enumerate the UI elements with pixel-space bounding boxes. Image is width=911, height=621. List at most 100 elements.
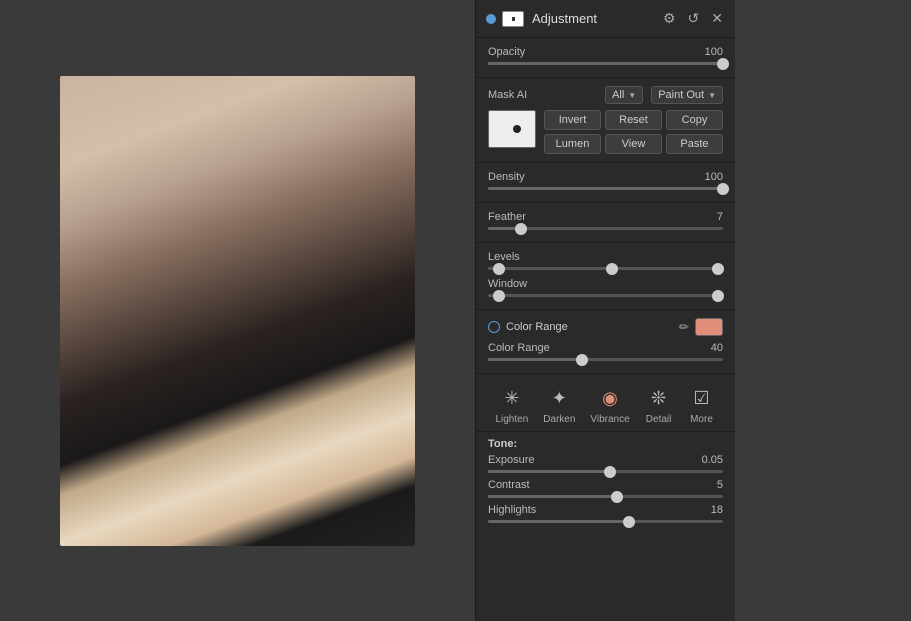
feather-label: Feather [488, 211, 526, 223]
color-range-sublabel: Color Range [488, 342, 550, 354]
more-label: More [690, 414, 713, 425]
highlights-label: Highlights [488, 504, 536, 516]
detail-label: Detail [646, 414, 672, 425]
adjustment-panel: Adjustment ⚙ ↺ ✕ Opacity 100 Mask AI All… [475, 0, 735, 621]
density-fill [488, 187, 723, 190]
mask-ai-row: Mask AI All ▼ Paint Out ▼ [488, 86, 723, 104]
mask-all-dropdown[interactable]: All ▼ [605, 86, 643, 104]
exposure-value: 0.05 [702, 454, 723, 466]
more-icon: ☑ [688, 384, 716, 412]
opacity-value: 100 [705, 46, 723, 58]
contrast-value: 5 [717, 479, 723, 491]
tab-detail[interactable]: ❊ Detail [641, 382, 677, 427]
window-slider-track[interactable] [488, 294, 723, 297]
opacity-section: Opacity 100 [476, 38, 735, 78]
contrast-slider-track[interactable] [488, 495, 723, 498]
color-range-row: Color Range ✏ [488, 318, 723, 336]
density-slider-track[interactable] [488, 187, 723, 190]
highlights-value: 18 [711, 504, 723, 516]
close-button[interactable]: ✕ [709, 8, 725, 29]
settings-button[interactable]: ⚙ [661, 8, 678, 29]
tab-more[interactable]: ☑ More [684, 382, 720, 427]
header-icon-box [502, 11, 524, 27]
color-range-toggle[interactable] [488, 321, 500, 333]
levels-thumb-mid[interactable] [606, 263, 618, 275]
eyedropper-icon[interactable]: ✏ [679, 320, 689, 334]
highlights-thumb[interactable] [623, 516, 635, 528]
opacity-label: Opacity [488, 46, 525, 58]
color-range-thumb[interactable] [576, 354, 588, 366]
opacity-slider-track[interactable] [488, 62, 723, 65]
color-range-section: Color Range ✏ Color Range 40 [476, 310, 735, 374]
highlights-fill [488, 520, 629, 523]
tab-lighten[interactable]: ✳ Lighten [491, 382, 532, 427]
levels-section: Levels Window [476, 243, 735, 310]
mask-btn-row-1: Invert Reset Copy [544, 110, 723, 130]
highlights-slider-track[interactable] [488, 520, 723, 523]
exposure-thumb[interactable] [604, 466, 616, 478]
tabs-row: ✳ Lighten ✦ Darken ◉ Vibrance ❊ Detail ☑… [488, 382, 723, 427]
mask-controls: Invert Reset Copy Lumen View Paste [488, 110, 723, 154]
header-dot [486, 14, 496, 24]
reset-button[interactable]: Reset [605, 110, 662, 130]
bottom-tabs: ✳ Lighten ✦ Darken ◉ Vibrance ❊ Detail ☑… [476, 374, 735, 432]
levels-thumb-right[interactable] [712, 263, 724, 275]
view-button[interactable]: View [605, 134, 662, 154]
density-label: Density [488, 171, 525, 183]
feather-slider-track[interactable] [488, 227, 723, 230]
opacity-slider-fill [488, 62, 723, 65]
panel-header: Adjustment ⚙ ↺ ✕ [476, 0, 735, 38]
undo-button[interactable]: ↺ [686, 8, 702, 29]
color-range-swatch[interactable] [695, 318, 723, 336]
mask-ai-label: Mask AI [488, 89, 527, 101]
exposure-slider-track[interactable] [488, 470, 723, 473]
darken-icon: ✦ [545, 384, 573, 412]
highlights-row: Highlights 18 [488, 504, 723, 516]
feather-section: Feather 7 [476, 203, 735, 243]
all-caret: ▼ [628, 91, 636, 100]
density-thumb[interactable] [717, 183, 729, 195]
window-thumb-right[interactable] [712, 290, 724, 302]
header-actions: ⚙ ↺ ✕ [661, 8, 725, 29]
color-range-value: 40 [711, 342, 723, 354]
paint-out-caret: ▼ [708, 91, 716, 100]
color-range-label: Color Range [506, 321, 673, 333]
mask-thumbnail [488, 110, 536, 148]
mask-btn-row-2: Lumen View Paste [544, 134, 723, 154]
contrast-row: Contrast 5 [488, 479, 723, 491]
detail-icon: ❊ [645, 384, 673, 412]
contrast-fill [488, 495, 617, 498]
paint-out-dropdown[interactable]: Paint Out ▼ [651, 86, 723, 104]
feather-row: Feather 7 [488, 211, 723, 223]
vibrance-label: Vibrance [590, 414, 629, 425]
photo-area [0, 0, 475, 621]
feather-thumb[interactable] [515, 223, 527, 235]
window-row: Window [488, 278, 723, 290]
levels-row: Levels [488, 251, 723, 263]
tab-vibrance[interactable]: ◉ Vibrance [586, 382, 633, 427]
contrast-thumb[interactable] [611, 491, 623, 503]
photo-frame [60, 76, 415, 546]
opacity-slider-thumb[interactable] [717, 58, 729, 70]
color-range-slider-track[interactable] [488, 358, 723, 361]
paste-button[interactable]: Paste [666, 134, 723, 154]
levels-label: Levels [488, 251, 520, 263]
tone-section: Tone: Exposure 0.05 Contrast 5 Highlight… [476, 432, 735, 533]
invert-button[interactable]: Invert [544, 110, 601, 130]
tab-darken[interactable]: ✦ Darken [539, 382, 579, 427]
levels-thumb-left[interactable] [493, 263, 505, 275]
density-value: 100 [705, 171, 723, 183]
photo-image [60, 76, 415, 546]
feather-value: 7 [717, 211, 723, 223]
exposure-row: Exposure 0.05 [488, 454, 723, 466]
density-row: Density 100 [488, 171, 723, 183]
tone-title: Tone: [488, 438, 723, 450]
vibrance-icon: ◉ [596, 384, 624, 412]
panel-title: Adjustment [532, 11, 661, 26]
contrast-label: Contrast [488, 479, 530, 491]
lumen-button[interactable]: Lumen [544, 134, 601, 154]
window-thumb-left[interactable] [493, 290, 505, 302]
mask-button-group: Invert Reset Copy Lumen View Paste [544, 110, 723, 154]
copy-button[interactable]: Copy [666, 110, 723, 130]
levels-slider-track[interactable] [488, 267, 723, 270]
